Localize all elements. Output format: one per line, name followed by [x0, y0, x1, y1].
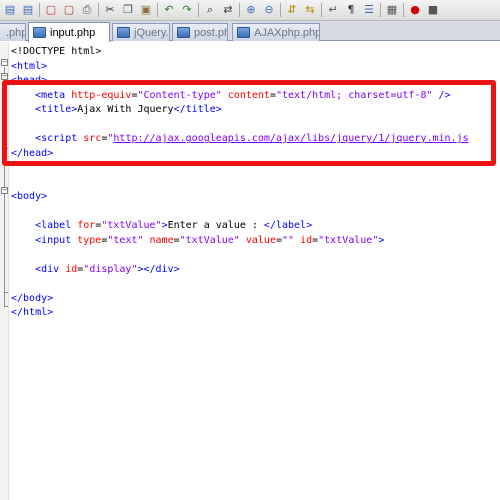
sync-vertical-icon[interactable]: ⇵ — [284, 2, 300, 18]
tab-label: .php — [6, 26, 26, 39]
sync-horizontal-icon[interactable]: ⇆ — [302, 2, 318, 18]
fold-end-marker — [4, 292, 8, 293]
fold-head-icon[interactable]: − — [1, 73, 8, 80]
fold-body-icon[interactable]: − — [1, 187, 8, 194]
highlight-annotation-box — [2, 80, 496, 166]
print-icon[interactable]: ⎙ — [79, 2, 95, 18]
show-all-chars-icon[interactable]: ¶ — [343, 2, 359, 18]
code-line[interactable]: <!DOCTYPE html> — [11, 45, 101, 59]
code-token: <div — [35, 263, 60, 275]
toolbar-separator — [321, 3, 322, 17]
code-token: ></div> — [137, 263, 180, 275]
toolbar-separator — [39, 3, 40, 17]
tab-jquery-php[interactable]: jQuery.php — [112, 23, 170, 41]
php-file-icon — [177, 27, 190, 38]
code-token: Enter a value : — [167, 220, 264, 231]
code-line[interactable]: <html> — [11, 60, 47, 74]
tab-php[interactable]: .php — [0, 23, 26, 41]
toolbar-separator — [239, 3, 240, 17]
tab-label: input.php — [50, 26, 96, 39]
code-token: name — [143, 234, 174, 246]
code-token: "txtValue" — [318, 234, 379, 246]
toolbar-separator — [403, 3, 404, 17]
tab-input-php[interactable]: input.php — [28, 22, 110, 42]
tab-ajaxphp-php[interactable]: AJAXphp.php — [232, 23, 320, 41]
tab-bar: .php input.php jQuery.php post.php AJAXphp.p… — [0, 21, 500, 42]
code-token: "text" — [107, 234, 144, 246]
toolbar: ▤ ▤ ▢ ▢ ⎙ ✂ ❐ ▣ ↶ ↷ ⌕ ⇄ ⊕ ⊖ ⇵ ⇆ ↵ ¶ ☰ ▦ ● ■ — [0, 0, 500, 21]
code-token: <input — [35, 234, 72, 246]
code-token: value — [239, 234, 276, 246]
find-icon[interactable]: ⌕ — [202, 2, 218, 18]
code-token: <html> — [11, 60, 48, 72]
tab-label: post.php — [194, 26, 227, 39]
code-token: type — [71, 234, 102, 246]
code-token: <body> — [11, 191, 48, 202]
code-token: </body> — [11, 292, 54, 304]
user-language-icon[interactable]: ▦ — [384, 2, 400, 18]
toolbar-separator — [280, 3, 281, 17]
code-token: id — [294, 234, 313, 246]
cut-icon[interactable]: ✂ — [102, 2, 118, 18]
code-line[interactable]: <div id="display"></div> — [11, 263, 180, 277]
fold-end-marker — [4, 306, 8, 307]
save-all-icon[interactable]: ▤ — [20, 2, 36, 18]
replace-icon[interactable]: ⇄ — [220, 2, 236, 18]
save-icon[interactable]: ▤ — [2, 2, 18, 18]
zoom-in-icon[interactable]: ⊕ — [243, 2, 259, 18]
tab-label: jQuery.php — [134, 26, 169, 39]
close-all-icon[interactable]: ▢ — [61, 2, 77, 18]
indent-guide-icon[interactable]: ☰ — [361, 2, 377, 18]
word-wrap-icon[interactable]: ↵ — [325, 2, 341, 18]
copy-icon[interactable]: ❐ — [120, 2, 136, 18]
tab-label: AJAXphp.php — [254, 26, 320, 39]
code-token: "txtValue" — [101, 220, 162, 231]
fold-html-icon[interactable]: − — [1, 59, 8, 66]
code-line[interactable]: <input type="text" name="txtValue" value… — [11, 234, 384, 248]
code-token: <!DOCTYPE html> — [11, 46, 102, 57]
code-line[interactable]: </html> — [11, 306, 53, 320]
php-file-icon — [237, 27, 250, 38]
code-line[interactable]: <body> — [11, 190, 47, 204]
record-macro-icon[interactable]: ● — [407, 2, 423, 18]
php-file-icon — [33, 27, 46, 38]
tab-post-php[interactable]: post.php — [172, 23, 228, 41]
zoom-out-icon[interactable]: ⊖ — [261, 2, 277, 18]
code-token: "txtValue" — [179, 234, 240, 246]
code-editor[interactable]: − − − <!DOCTYPE html> <html> <head> <meta … — [0, 42, 500, 500]
code-token: for — [71, 220, 96, 231]
toolbar-separator — [98, 3, 99, 17]
code-token: "" — [282, 234, 295, 246]
close-file-icon[interactable]: ▢ — [43, 2, 59, 18]
toolbar-separator — [157, 3, 158, 17]
undo-icon[interactable]: ↶ — [161, 2, 177, 18]
redo-icon[interactable]: ↷ — [179, 2, 195, 18]
php-file-icon — [117, 27, 130, 38]
code-line[interactable]: </body> — [11, 292, 53, 306]
toolbar-separator — [380, 3, 381, 17]
code-token: <label — [35, 220, 72, 231]
paste-icon[interactable]: ▣ — [138, 2, 154, 18]
code-token: id — [59, 263, 78, 275]
code-line[interactable]: <label for="txtValue">Enter a value : </… — [11, 219, 312, 233]
stop-macro-icon[interactable]: ■ — [425, 2, 441, 18]
code-token: > — [378, 234, 385, 246]
toolbar-separator — [198, 3, 199, 17]
code-token: "display" — [83, 263, 138, 275]
code-token: </label> — [263, 220, 313, 231]
code-token: </html> — [11, 307, 54, 318]
